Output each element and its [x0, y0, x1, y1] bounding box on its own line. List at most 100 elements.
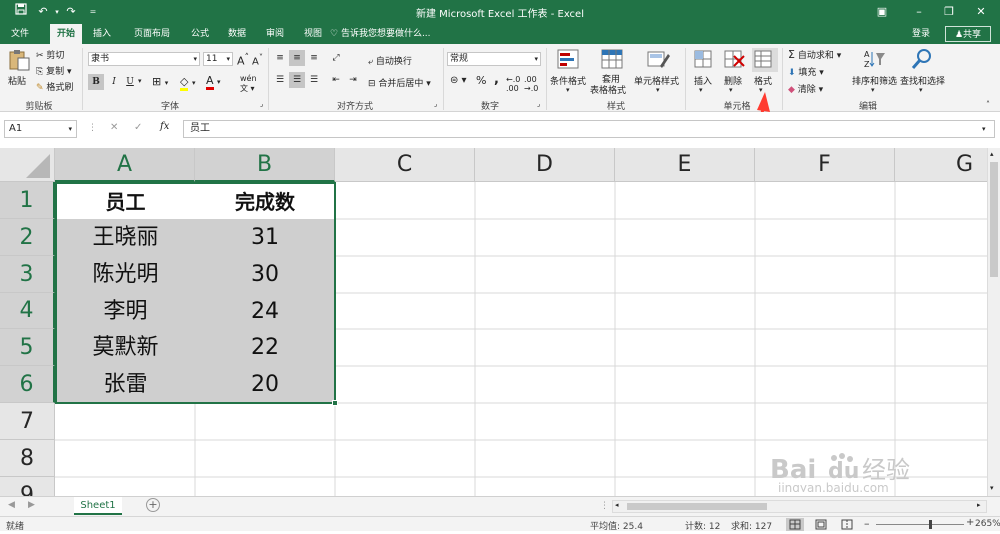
normal-view-icon[interactable]: [786, 518, 804, 531]
decrease-font-icon[interactable]: A˅: [252, 52, 263, 67]
column-header-a[interactable]: A: [55, 148, 195, 182]
font-name-select[interactable]: 隶书 ▾: [88, 52, 200, 66]
insert-cells-icon[interactable]: [692, 48, 718, 72]
row-header-3[interactable]: 3: [0, 256, 55, 293]
align-left-icon[interactable]: ☰: [272, 72, 288, 88]
percent-button[interactable]: %: [476, 74, 486, 87]
zoom-level[interactable]: 265%: [975, 519, 1000, 529]
increase-font-icon[interactable]: A˄: [237, 52, 249, 68]
enter-icon[interactable]: ✓: [134, 122, 142, 133]
zoom-slider-thumb[interactable]: [929, 520, 932, 529]
chevron-down-icon[interactable]: ▾: [729, 86, 733, 94]
column-header-e[interactable]: E: [615, 148, 755, 182]
delete-cells-label[interactable]: 删除: [724, 74, 742, 87]
formula-input[interactable]: 员工: [183, 120, 995, 138]
format-table-label2[interactable]: 表格格式: [590, 83, 626, 96]
restore-icon[interactable]: ❐: [935, 0, 963, 24]
table-cell-count[interactable]: 31: [195, 219, 336, 257]
clear-button[interactable]: ◆ 清除 ▾: [788, 82, 823, 95]
sheet-next-icon[interactable]: ▶: [28, 500, 35, 510]
format-painter-button[interactable]: ✎ 格式刷: [36, 80, 73, 93]
column-header-f[interactable]: F: [755, 148, 895, 182]
orientation-icon[interactable]: ⤢: [328, 50, 344, 66]
sheet-prev-icon[interactable]: ◀: [8, 500, 15, 510]
average-status[interactable]: 平均值: 25.4: [590, 519, 643, 532]
close-icon[interactable]: ✕: [967, 0, 995, 24]
align-center-icon[interactable]: ☰: [289, 72, 305, 88]
zoom-slider[interactable]: [876, 524, 964, 525]
sort-filter-icon[interactable]: AZ: [862, 48, 888, 72]
scroll-thumb[interactable]: [990, 162, 998, 277]
tab-home[interactable]: 开始: [50, 24, 82, 44]
column-header-b[interactable]: B: [195, 148, 335, 182]
row-header-5[interactable]: 5: [0, 329, 55, 366]
cut-button[interactable]: ✂ 剪切: [36, 48, 64, 61]
paste-label[interactable]: 粘贴: [8, 74, 26, 87]
fill-button[interactable]: ⬇ 填充 ▾: [788, 65, 824, 78]
alignment-launcher-icon[interactable]: ⌟: [434, 100, 437, 108]
number-format-select[interactable]: 常规 ▾: [447, 52, 541, 66]
row-header-9[interactable]: 9: [0, 477, 55, 496]
tab-formulas[interactable]: 公式: [184, 24, 216, 44]
tab-insert[interactable]: 插入: [86, 24, 118, 44]
header-cell-count[interactable]: 完成数: [195, 182, 336, 220]
cancel-icon[interactable]: ✕: [110, 122, 118, 133]
tab-review[interactable]: 审阅: [258, 24, 292, 44]
insert-cells-label[interactable]: 插入: [694, 74, 712, 87]
header-cell-employee[interactable]: 员工: [55, 182, 196, 220]
page-break-view-icon[interactable]: [838, 518, 856, 531]
chevron-down-icon[interactable]: ▾: [656, 86, 660, 94]
copy-button[interactable]: ⎘ 复制 ▾: [36, 64, 71, 77]
row-header-7[interactable]: 7: [0, 403, 55, 440]
zoom-in-icon[interactable]: +: [966, 517, 974, 528]
insert-function-button[interactable]: fx: [160, 121, 169, 132]
conditional-format-icon[interactable]: [556, 48, 582, 72]
share-button[interactable]: ♟共享: [945, 26, 991, 42]
find-select-icon[interactable]: [910, 48, 936, 72]
sheet-tab-sheet1[interactable]: Sheet1: [74, 497, 122, 515]
autosum-button[interactable]: Σ 自动求和 ▾: [788, 48, 841, 61]
align-right-icon[interactable]: ☰: [306, 72, 322, 88]
ribbon-display-icon[interactable]: ▣: [868, 0, 896, 24]
format-cells-label[interactable]: 格式: [754, 74, 772, 87]
hscroll-thumb[interactable]: [627, 503, 767, 510]
tell-me-search[interactable]: ♡ 告诉我您想要做什么...: [330, 24, 431, 44]
comma-button[interactable]: ,: [494, 72, 499, 87]
font-launcher-icon[interactable]: ⌟: [260, 100, 263, 108]
table-cell-name[interactable]: 李明: [55, 293, 196, 330]
table-cell-count[interactable]: 20: [195, 366, 336, 404]
align-bottom-icon[interactable]: ≡: [306, 50, 322, 66]
phonetic-icon[interactable]: wén 文 ▾: [240, 74, 257, 94]
column-header-g[interactable]: G: [895, 148, 987, 182]
table-cell-name[interactable]: 王晓丽: [55, 219, 196, 257]
column-header-d[interactable]: D: [475, 148, 615, 182]
increase-indent-icon[interactable]: ⇥: [345, 72, 361, 88]
add-sheet-button[interactable]: +: [146, 498, 160, 512]
chevron-down-icon[interactable]: ▾: [699, 86, 703, 94]
number-launcher-icon[interactable]: ⌟: [537, 100, 540, 108]
table-cell-count[interactable]: 30: [195, 256, 336, 294]
table-cell-name[interactable]: 莫默新: [55, 329, 196, 367]
row-header-4[interactable]: 4: [0, 293, 55, 329]
format-cells-icon[interactable]: [752, 48, 778, 72]
sum-status[interactable]: 求和: 127: [731, 519, 772, 532]
paste-icon[interactable]: [6, 48, 32, 72]
decrease-decimal-icon[interactable]: .00 →.0: [524, 75, 538, 93]
horizontal-scrollbar[interactable]: ◂ ▸: [612, 500, 987, 513]
font-color-icon[interactable]: A ▾: [206, 74, 221, 90]
column-header-c[interactable]: C: [335, 148, 475, 182]
delete-cells-icon[interactable]: [722, 48, 748, 72]
cell-styles-icon[interactable]: [646, 48, 672, 72]
table-cell-name[interactable]: 陈光明: [55, 256, 196, 294]
tab-file[interactable]: 文件: [2, 24, 38, 44]
page-layout-view-icon[interactable]: [812, 518, 830, 531]
worksheet-grid[interactable]: A B C D E F G 1 2 3 4 5 6 7 8 9 员工 完成数 王…: [0, 148, 987, 496]
collapse-ribbon-icon[interactable]: ˄: [986, 100, 990, 109]
table-cell-count[interactable]: 24: [195, 293, 336, 330]
border-icon[interactable]: ⊞ ▾: [152, 75, 168, 88]
scroll-left-icon[interactable]: ◂: [615, 501, 619, 509]
scroll-down-icon[interactable]: ▾: [990, 484, 994, 492]
currency-icon[interactable]: ⊜ ▾: [450, 75, 467, 86]
login-link[interactable]: 登录: [912, 24, 930, 44]
increase-decimal-icon[interactable]: ←.0.00: [506, 75, 520, 93]
